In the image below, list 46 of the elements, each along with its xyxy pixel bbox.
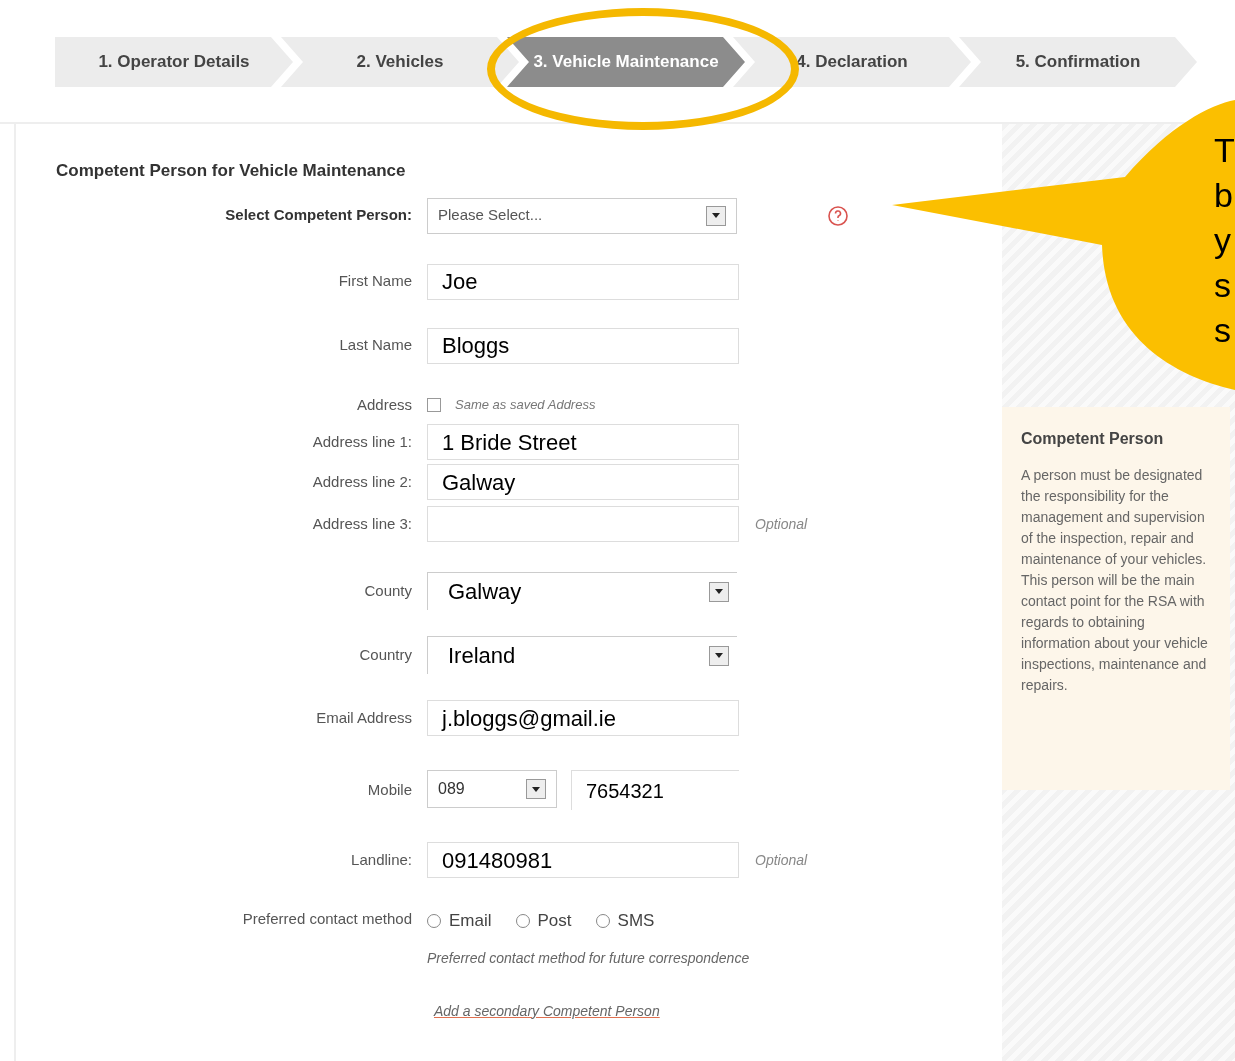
field-label: Address line 3: — [312, 513, 412, 534]
text-field[interactable]: Joe — [427, 263, 739, 300]
checkbox-label: Same as saved Address — [455, 396, 596, 414]
add-secondary-link[interactable]: Add a secondary Competent Person — [434, 1002, 660, 1019]
text-field[interactable]: 091480981 — [427, 842, 739, 878]
select-field[interactable]: Galway — [427, 572, 737, 610]
field-label: Address — [356, 394, 412, 415]
field-label: Mobile — [367, 779, 412, 800]
text-field[interactable] — [427, 506, 739, 542]
text-field[interactable]: j.bloggs@gmail.ie — [427, 700, 739, 736]
help-title: Competent Person — [1021, 429, 1165, 449]
select-field[interactable]: Please Select... — [427, 197, 737, 234]
step-tab[interactable]: 1. Operator Details — [55, 37, 293, 87]
field-label: Last Name — [339, 335, 412, 356]
field-label: Country — [359, 644, 412, 665]
field-label: Address line 2: — [312, 471, 412, 492]
field-label: Address line 1: — [312, 431, 412, 452]
callout-text: T b y s s — [1214, 130, 1235, 351]
radio-label: Post — [537, 910, 572, 932]
radio-label: SMS — [617, 910, 655, 932]
field-label: County — [364, 580, 412, 601]
help-icon[interactable] — [827, 204, 849, 227]
text-field[interactable]: 1 Bride Street — [427, 424, 739, 460]
optional-note: Optional — [755, 850, 808, 870]
checkbox[interactable] — [427, 397, 441, 412]
field-label: Preferred contact method — [242, 909, 412, 929]
prefix-select[interactable]: 089 — [427, 770, 557, 808]
radio-label: Email — [449, 910, 492, 932]
radio-button[interactable] — [427, 913, 441, 928]
text-field[interactable]: Bloggs — [427, 327, 739, 364]
help-text: This person will be the main contact point for the RSA with regards to obtaining information about your vehicle inspections, maintenance and repairs. — [1021, 571, 1209, 695]
radio-button[interactable] — [515, 913, 530, 928]
radio-button[interactable] — [595, 913, 610, 928]
field-label: Select Competent Person: — [225, 205, 412, 226]
field-label: First Name — [338, 271, 412, 292]
text-field[interactable]: Galway — [427, 464, 739, 500]
select-field[interactable]: Ireland — [427, 636, 737, 674]
mobile-field[interactable]: 7654321 — [571, 770, 739, 810]
step-tab[interactable]: 5. Confirmation — [959, 37, 1197, 87]
help-text: A person must be designated the responsibility for the management and supervision of the inspection, repair and maintenance of your vehicles. — [1021, 466, 1208, 569]
section-title: Competent Person for Vehicle Maintenance — [56, 160, 407, 182]
field-label: Email Address — [316, 707, 412, 728]
hint-text: Preferred contact method for future correspondence — [427, 948, 750, 968]
optional-note: Optional — [755, 514, 808, 534]
field-label: Landline: — [351, 849, 412, 870]
step-tab[interactable]: 2. Vehicles — [281, 37, 519, 87]
